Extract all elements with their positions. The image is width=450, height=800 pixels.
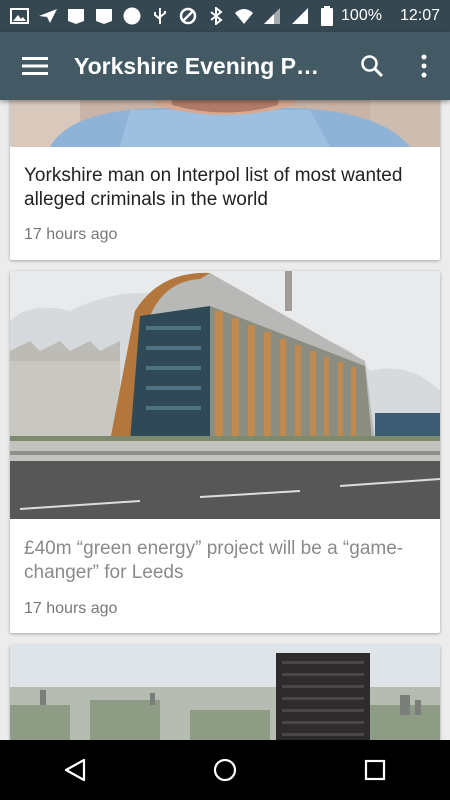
image-icon	[10, 8, 29, 24]
back-triangle-icon	[64, 758, 86, 782]
back-button[interactable]	[45, 740, 105, 800]
hamburger-menu-icon	[22, 57, 48, 75]
article-card[interactable]: £40m “green energy” project will be a “g…	[10, 271, 440, 633]
article-image	[10, 100, 440, 147]
status-left-icons	[10, 7, 310, 25]
usb-icon	[154, 8, 166, 24]
article-headline[interactable]: Yorkshire man on Interpol list of most w…	[24, 164, 429, 212]
app-title: Yorkshire Evening Po…	[74, 52, 332, 79]
signal-icon	[292, 8, 308, 24]
article-card[interactable]: Yorkshire man on Interpol list of most w…	[10, 100, 440, 260]
circle-icon	[123, 7, 141, 25]
article-feed[interactable]: Yorkshire man on Interpol list of most w…	[0, 100, 450, 740]
bluetooth-icon	[210, 7, 223, 25]
article-card[interactable]	[10, 645, 440, 740]
notification-icon	[96, 9, 112, 24]
clock: 12:07	[399, 7, 440, 24]
article-image	[10, 271, 440, 519]
article-headline[interactable]: £40m “green energy” project will be a “g…	[24, 537, 429, 585]
app-bar: Yorkshire Evening Po…	[0, 32, 450, 100]
recents-button[interactable]	[345, 740, 405, 800]
recents-square-icon	[364, 759, 386, 781]
notification-icon	[68, 9, 84, 24]
battery-icon	[321, 6, 334, 26]
battery-percent: 100%	[341, 7, 382, 24]
article-timestamp: 17 hours ago	[24, 600, 118, 617]
search-icon	[361, 55, 384, 78]
menu-button[interactable]	[0, 32, 70, 100]
send-icon	[39, 9, 57, 23]
home-circle-icon	[213, 758, 237, 782]
wifi-icon	[235, 9, 253, 24]
more-vertical-icon	[421, 54, 427, 78]
article-image	[10, 645, 440, 740]
article-timestamp: 17 hours ago	[24, 226, 118, 243]
navigation-bar	[0, 740, 450, 800]
signal-icon	[264, 8, 280, 24]
status-right: 100% 12:07	[321, 6, 440, 26]
search-button[interactable]	[346, 32, 398, 100]
home-button[interactable]	[195, 740, 255, 800]
more-options-button[interactable]	[398, 32, 450, 100]
block-icon	[179, 7, 197, 25]
status-bar: 100% 12:07	[0, 0, 450, 32]
